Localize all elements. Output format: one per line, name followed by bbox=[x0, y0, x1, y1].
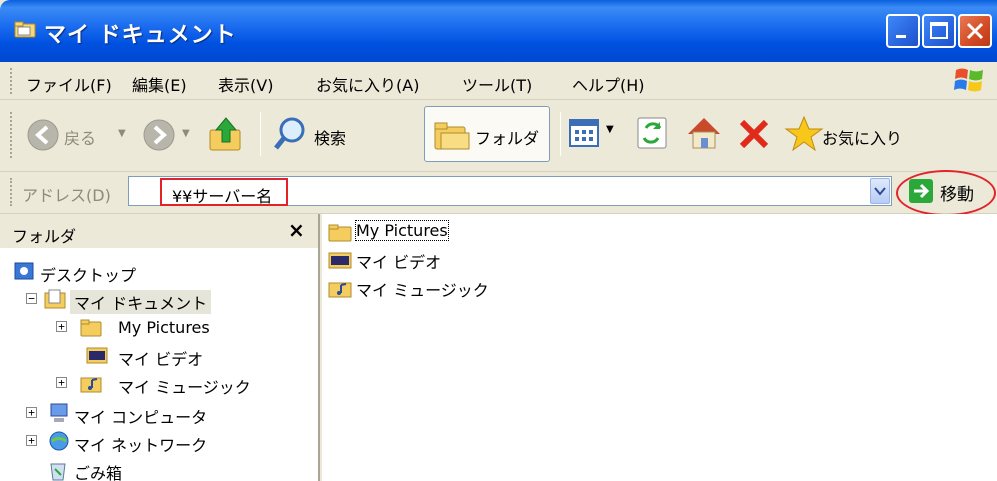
go-button-label[interactable]: 移動 bbox=[940, 180, 974, 205]
folders-label: フォルダ bbox=[475, 129, 540, 148]
address-value-highlight[interactable]: ¥¥サーバー名 bbox=[160, 178, 288, 206]
desktop-icon bbox=[14, 262, 34, 280]
folder-pane: フォルダ × デスクトップ − マイ ドキュメント + My Pictures bbox=[0, 214, 320, 481]
music-folder-icon bbox=[328, 282, 352, 298]
tree-item-desktop[interactable]: デスクトップ bbox=[14, 258, 214, 285]
network-icon bbox=[49, 431, 69, 451]
expand-icon[interactable]: + bbox=[56, 321, 67, 332]
tree-item-my-music[interactable]: + マイ ミュージック bbox=[56, 370, 286, 397]
menu-favorites[interactable]: お気に入り(A) bbox=[316, 72, 419, 96]
favorites-label[interactable]: お気に入り bbox=[822, 125, 902, 149]
tree-item-my-computer[interactable]: + マイ コンピュータ bbox=[26, 400, 286, 427]
menu-help[interactable]: ヘルプ(H) bbox=[572, 72, 645, 96]
close-icon bbox=[966, 22, 984, 40]
tree-item-label: マイ ビデオ bbox=[118, 350, 204, 369]
forward-arrow-icon[interactable] bbox=[142, 118, 176, 152]
recycle-bin-icon bbox=[50, 463, 66, 481]
search-label[interactable]: 検索 bbox=[314, 125, 346, 149]
video-folder-icon bbox=[86, 347, 108, 364]
address-label: アドレス(D) bbox=[22, 186, 111, 205]
expand-icon[interactable]: + bbox=[26, 435, 37, 446]
menu-file[interactable]: ファイル(F) bbox=[26, 72, 112, 96]
toolbar-separator bbox=[560, 112, 561, 156]
tree-item-my-pictures[interactable]: + My Pictures bbox=[56, 314, 286, 340]
folder-pane-title: フォルダ bbox=[12, 227, 77, 246]
file-item-my-music[interactable]: マイ ミュージック bbox=[328, 276, 508, 300]
my-documents-icon bbox=[44, 289, 66, 309]
folder-icon bbox=[80, 319, 102, 337]
file-item-label: マイ ビデオ bbox=[356, 253, 442, 272]
folder-pane-header: フォルダ × bbox=[0, 214, 318, 248]
close-button[interactable] bbox=[958, 14, 992, 48]
tree-item-label: ごみ箱 bbox=[74, 464, 123, 481]
delete-icon[interactable] bbox=[736, 116, 772, 152]
refresh-icon[interactable] bbox=[636, 116, 670, 150]
folder-icon bbox=[328, 224, 352, 242]
tree-item-recycle-bin[interactable]: ごみ箱 bbox=[48, 456, 248, 481]
file-item-my-videos[interactable]: マイ ビデオ bbox=[328, 248, 488, 272]
minimize-button[interactable] bbox=[886, 14, 920, 48]
file-item-my-pictures[interactable]: My Pictures bbox=[328, 220, 488, 244]
toolbar-separator bbox=[260, 112, 261, 156]
expand-icon[interactable]: + bbox=[26, 407, 37, 418]
minimize-icon bbox=[896, 35, 906, 38]
folders-icon bbox=[434, 122, 470, 150]
search-icon[interactable] bbox=[272, 114, 308, 154]
folders-button[interactable]: フォルダ bbox=[424, 106, 550, 162]
views-icon[interactable] bbox=[568, 116, 604, 150]
file-item-label: マイ ミュージック bbox=[356, 281, 489, 300]
maximize-icon bbox=[930, 22, 948, 39]
address-value: ¥¥サーバー名 bbox=[172, 187, 273, 206]
forward-dropdown-icon[interactable]: ▼ bbox=[182, 128, 190, 139]
tree-item-label: マイ コンピュータ bbox=[74, 408, 208, 427]
back-label[interactable]: 戻る bbox=[64, 125, 96, 149]
address-grip[interactable] bbox=[10, 178, 12, 206]
back-arrow-icon[interactable] bbox=[26, 118, 60, 152]
menu-edit[interactable]: 編集(E) bbox=[132, 72, 187, 96]
computer-icon bbox=[50, 403, 68, 422]
collapse-icon[interactable]: − bbox=[26, 293, 37, 304]
tree-item-label: マイ ドキュメント bbox=[70, 290, 212, 314]
up-folder-icon[interactable] bbox=[206, 114, 246, 154]
standard-toolbar: 戻る ▼ ▼ 検索 フォルダ ▼ お気に入り bbox=[0, 100, 997, 172]
video-folder-icon bbox=[328, 252, 352, 269]
chevron-down-icon bbox=[874, 187, 886, 196]
windows-logo-icon bbox=[954, 68, 983, 92]
explorer-window: マイ ドキュメント ファイル(F) 編集(E) 表示(V) お気に入り(A) ツ… bbox=[0, 0, 997, 481]
tree-item-label: My Pictures bbox=[118, 318, 210, 337]
folder-pane-close-icon[interactable]: × bbox=[288, 218, 305, 242]
toolbar-grip[interactable] bbox=[10, 112, 12, 158]
menu-grip[interactable] bbox=[10, 68, 12, 94]
views-dropdown-icon[interactable]: ▼ bbox=[606, 124, 614, 135]
folder-icon bbox=[14, 21, 36, 38]
file-item-label: My Pictures bbox=[355, 220, 449, 241]
tree-item-label: マイ ミュージック bbox=[118, 378, 251, 397]
maximize-button[interactable] bbox=[922, 14, 956, 48]
favorites-star-icon[interactable] bbox=[784, 114, 824, 152]
file-list-pane[interactable]: My Pictures マイ ビデオ マイ ミュージック bbox=[322, 214, 997, 481]
back-dropdown-icon[interactable]: ▼ bbox=[118, 128, 126, 139]
address-dropdown-button[interactable] bbox=[870, 178, 890, 204]
menu-view[interactable]: 表示(V) bbox=[218, 72, 273, 96]
expand-icon[interactable]: + bbox=[56, 377, 67, 388]
tree-item-label: マイ ネットワーク bbox=[74, 436, 208, 455]
music-folder-icon bbox=[80, 377, 102, 393]
go-arrow-icon[interactable] bbox=[909, 179, 933, 203]
window-title: マイ ドキュメント bbox=[44, 23, 237, 48]
title-bar[interactable]: マイ ドキュメント bbox=[0, 0, 997, 62]
tree-item-my-network[interactable]: + マイ ネットワーク bbox=[26, 428, 286, 455]
menu-bar: ファイル(F) 編集(E) 表示(V) お気に入り(A) ツール(T) ヘルプ(… bbox=[0, 62, 997, 100]
tree-item-my-documents[interactable]: − マイ ドキュメント bbox=[26, 286, 286, 314]
menu-tools[interactable]: ツール(T) bbox=[462, 72, 532, 96]
home-icon[interactable] bbox=[684, 114, 724, 152]
tree-item-my-videos[interactable]: マイ ビデオ bbox=[86, 342, 286, 369]
tree-item-label: デスクトップ bbox=[40, 266, 137, 285]
address-bar: アドレス(D) ¥¥サーバー名 移動 bbox=[0, 170, 997, 216]
